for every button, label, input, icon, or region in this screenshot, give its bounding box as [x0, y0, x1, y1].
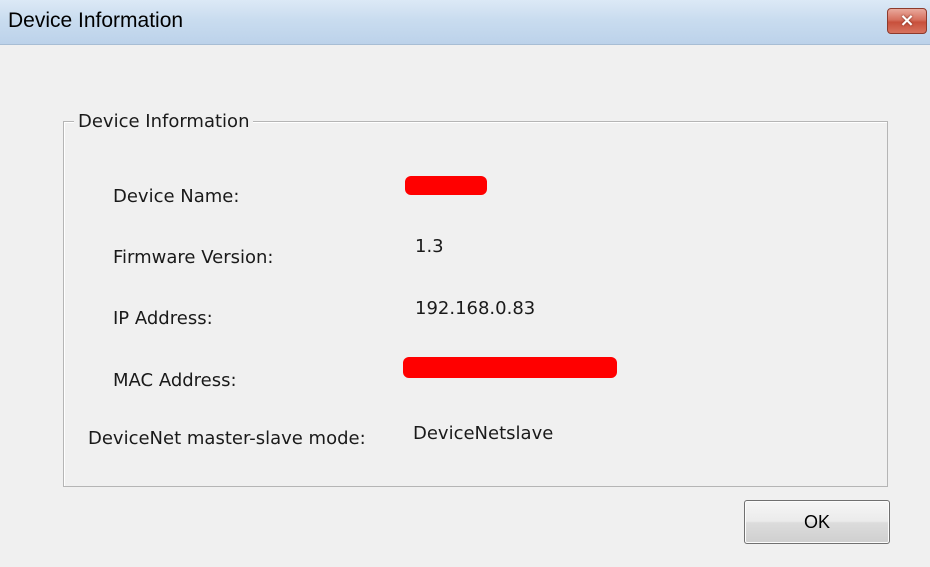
mac-address-label: MAC Address:	[113, 370, 237, 391]
mac-address-redaction	[403, 357, 617, 378]
device-information-dialog: Device Information × Device Information …	[0, 0, 930, 567]
close-icon: ×	[899, 10, 915, 31]
window-title: Device Information	[8, 9, 184, 32]
title-bar[interactable]: Device Information ×	[0, 0, 930, 45]
ok-button[interactable]: OK	[744, 500, 890, 544]
master-slave-mode-label: DeviceNet master-slave mode:	[88, 428, 366, 449]
device-name-redaction	[405, 176, 487, 195]
close-button[interactable]: ×	[887, 8, 927, 34]
firmware-version-label: Firmware Version:	[113, 247, 274, 268]
master-slave-mode-value: DeviceNetslave	[413, 423, 554, 444]
device-name-label: Device Name:	[113, 186, 240, 207]
groupbox-label: Device Information	[74, 111, 254, 133]
firmware-version-value: 1.3	[415, 236, 444, 257]
ip-address-value: 192.168.0.83	[415, 298, 536, 319]
ip-address-label: IP Address:	[113, 308, 213, 329]
